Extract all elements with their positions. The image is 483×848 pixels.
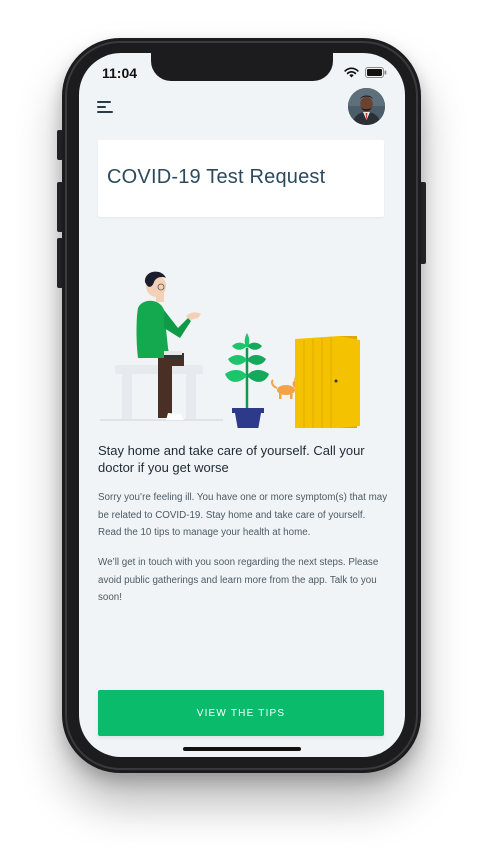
title-card: COVID-19 Test Request [98, 140, 384, 217]
advice-paragraph-1: Sorry you’re feeling ill. You have one o… [98, 492, 388, 538]
view-tips-button[interactable]: VIEW THE TIPS [98, 690, 384, 736]
stay-home-illustration [100, 271, 360, 428]
menu-icon[interactable] [97, 101, 117, 115]
advice-heading: Stay home and take care of yourself. Cal… [98, 443, 365, 475]
status-icons [344, 67, 387, 78]
stage: 11:04 COVID-19 Test Request Stay home an… [0, 0, 483, 848]
page-title: COVID-19 Test Request [107, 166, 326, 188]
user-avatar[interactable] [348, 88, 385, 125]
status-time: 11:04 [102, 65, 138, 81]
avatar-image [348, 88, 385, 125]
potted-plant [225, 333, 269, 428]
battery-icon [365, 67, 387, 78]
notch [151, 53, 333, 81]
advice-paragraph-2: We’ll get in touch with you soon regardi… [98, 557, 379, 603]
home-indicator[interactable] [183, 747, 301, 751]
wifi-icon [344, 67, 359, 78]
open-door [295, 336, 360, 428]
app-screen: 11:04 COVID-19 Test Request Stay home an… [79, 53, 405, 757]
